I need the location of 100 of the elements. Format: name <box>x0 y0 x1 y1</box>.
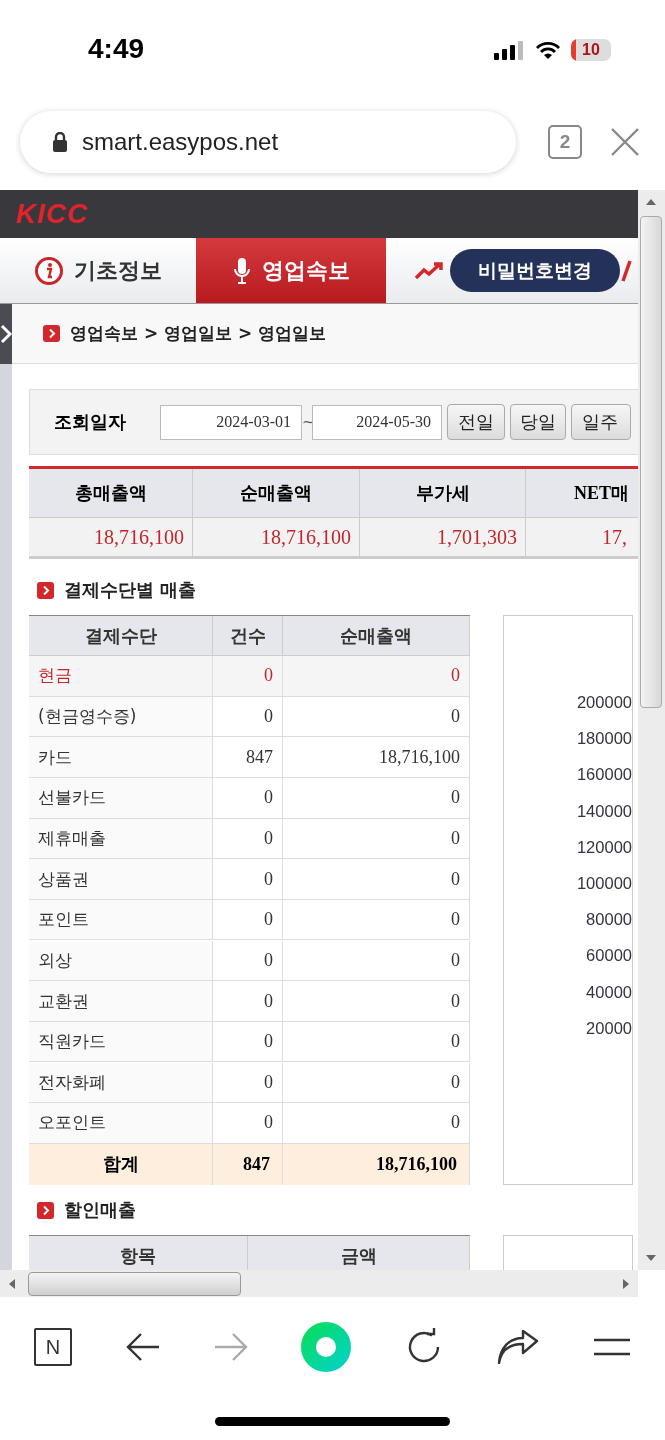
table-cell: 외상 <box>29 940 213 982</box>
total-cell: 합계 <box>29 1143 213 1185</box>
table-cell: 직원카드 <box>29 1021 213 1063</box>
table-cell: 0 <box>213 778 283 819</box>
table-cell: 0 <box>283 900 470 941</box>
table-cell: 18,716,100 <box>193 518 360 556</box>
table-cell: 18,716,100 <box>283 737 470 778</box>
bullet-icon <box>37 581 54 599</box>
date-field[interactable]: 2024-03-01 <box>160 404 302 440</box>
scroll-up-icon[interactable] <box>646 198 656 206</box>
column-header: 결제수단 <box>29 616 213 656</box>
table-cell: 0 <box>213 1021 283 1063</box>
table-cell: 1,701,303 <box>360 518 526 556</box>
column-header: 부가세 <box>360 469 526 518</box>
table-cell: 제휴매출 <box>29 818 213 860</box>
table-cell: 17, <box>526 518 638 556</box>
table-cell: 선불카드 <box>29 778 213 819</box>
table-cell: 0 <box>283 1103 470 1144</box>
table-cell: 18,716,100 <box>29 518 193 556</box>
table-cell: 0 <box>283 656 470 697</box>
table-cell: 0 <box>213 859 283 900</box>
date-preset-button[interactable]: 전일 <box>447 404 505 440</box>
section-title: 결제수단별 매출 <box>64 578 197 602</box>
axis-label: 140000 <box>576 800 632 822</box>
date-field[interactable]: 2024-05-30 <box>312 404 442 440</box>
axis-label: 160000 <box>576 764 632 786</box>
search-label: 조회일자 <box>54 410 127 434</box>
table-cell: 0 <box>213 1103 283 1144</box>
table-cell: 포인트 <box>29 900 213 941</box>
share-icon[interactable] <box>497 1330 540 1364</box>
table-cell: 0 <box>283 696 470 738</box>
wifi-icon <box>535 40 561 60</box>
table-cell: 0 <box>213 696 283 738</box>
axis-label: 80000 <box>586 909 632 931</box>
table-cell: 카드 <box>29 737 213 778</box>
slash-icon <box>620 259 632 283</box>
bullet-icon <box>37 1201 54 1219</box>
column-header: 금액 <box>248 1236 470 1270</box>
total-cell: 18,716,100 <box>283 1143 470 1185</box>
table-cell: 0 <box>213 900 283 941</box>
axis-label: 200000 <box>576 692 632 713</box>
table-cell: 0 <box>213 818 283 860</box>
column-header: NET매 <box>526 469 638 518</box>
breadcrumb: 영업속보 > 영업일보 > 영업일보 <box>70 322 327 345</box>
table-cell: 상품권 <box>29 859 213 900</box>
trend-icon <box>414 260 444 281</box>
scroll-down-icon[interactable] <box>646 1254 656 1262</box>
date-preset-button[interactable]: 일주 <box>571 404 631 440</box>
info-icon <box>34 255 64 286</box>
table-cell: 0 <box>283 1021 470 1063</box>
section-title: 할인매출 <box>64 1198 136 1222</box>
table-cell: 0 <box>283 859 470 900</box>
axis-label: 180000 <box>576 728 632 750</box>
axis-label: 40000 <box>586 981 632 1003</box>
column-header: 순매출액 <box>193 469 360 518</box>
change-password-button[interactable]: 비밀번호변경 <box>450 249 620 292</box>
table-cell: 0 <box>283 818 470 860</box>
nav-tab[interactable]: 영업속보 <box>196 238 386 303</box>
scroll-left-icon[interactable] <box>8 1278 16 1289</box>
table-cell: 0 <box>213 656 283 697</box>
column-header: 항목 <box>29 1236 248 1270</box>
menu-icon[interactable] <box>592 1337 631 1357</box>
table-cell: 현금 <box>29 656 213 697</box>
table-cell: 0 <box>213 981 283 1022</box>
table-cell: 847 <box>213 737 283 778</box>
total-cell: 847 <box>213 1143 283 1185</box>
axis-label: 20000 <box>586 1017 632 1039</box>
bullet-icon <box>43 325 60 342</box>
table-cell: 0 <box>213 1062 283 1104</box>
address-bar[interactable]: smart.easypos.net <box>20 111 516 173</box>
url-text: smart.easypos.net <box>82 128 279 156</box>
vertical-scrollbar[interactable] <box>638 190 665 1270</box>
home-button[interactable]: N <box>34 1328 72 1366</box>
table-cell: 0 <box>283 940 470 982</box>
lock-icon <box>52 132 68 152</box>
table-cell: 오포인트 <box>29 1103 213 1144</box>
axis-label: 100000 <box>576 872 632 894</box>
axis-label: 60000 <box>586 945 632 967</box>
tab-count-button[interactable]: 2 <box>548 125 582 159</box>
close-icon[interactable] <box>610 127 640 157</box>
table-cell: (현금영수증) <box>29 696 213 738</box>
table-cell: 0 <box>283 1062 470 1104</box>
column-header: 건수 <box>213 616 283 656</box>
table-cell: 전자화폐 <box>29 1062 213 1104</box>
column-header: 순매출액 <box>283 616 470 656</box>
clock-time: 4:49 <box>88 33 145 65</box>
horizontal-scrollbar[interactable] <box>0 1270 638 1297</box>
table-cell: 교환권 <box>29 981 213 1022</box>
table-cell: 0 <box>283 981 470 1022</box>
sidebar-toggle-button[interactable] <box>0 304 12 364</box>
microphone-icon <box>232 255 252 286</box>
table-cell: 0 <box>213 940 283 982</box>
date-preset-button[interactable]: 당일 <box>510 404 566 440</box>
signal-icon <box>493 40 525 60</box>
nav-tab[interactable]: 기초정보 <box>0 238 196 303</box>
table-cell: 0 <box>283 778 470 819</box>
scroll-right-icon[interactable] <box>622 1278 630 1289</box>
back-icon[interactable] <box>125 1332 160 1362</box>
battery-icon: 10 <box>571 39 611 61</box>
axis-label: 120000 <box>576 836 632 858</box>
